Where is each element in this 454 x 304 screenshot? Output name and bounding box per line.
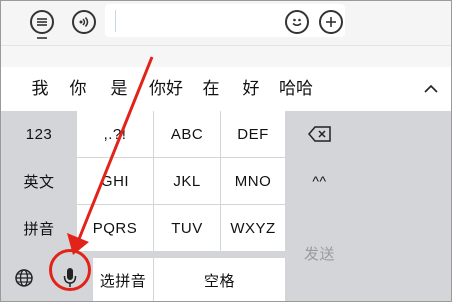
keyboard-screenshot: 我 你 是 你好 在 好 哈哈 123 ,.?! ABC DEF 英文 GHI … [0,0,452,302]
arrow-head [67,233,89,255]
red-arrow-annotation [67,56,154,255]
